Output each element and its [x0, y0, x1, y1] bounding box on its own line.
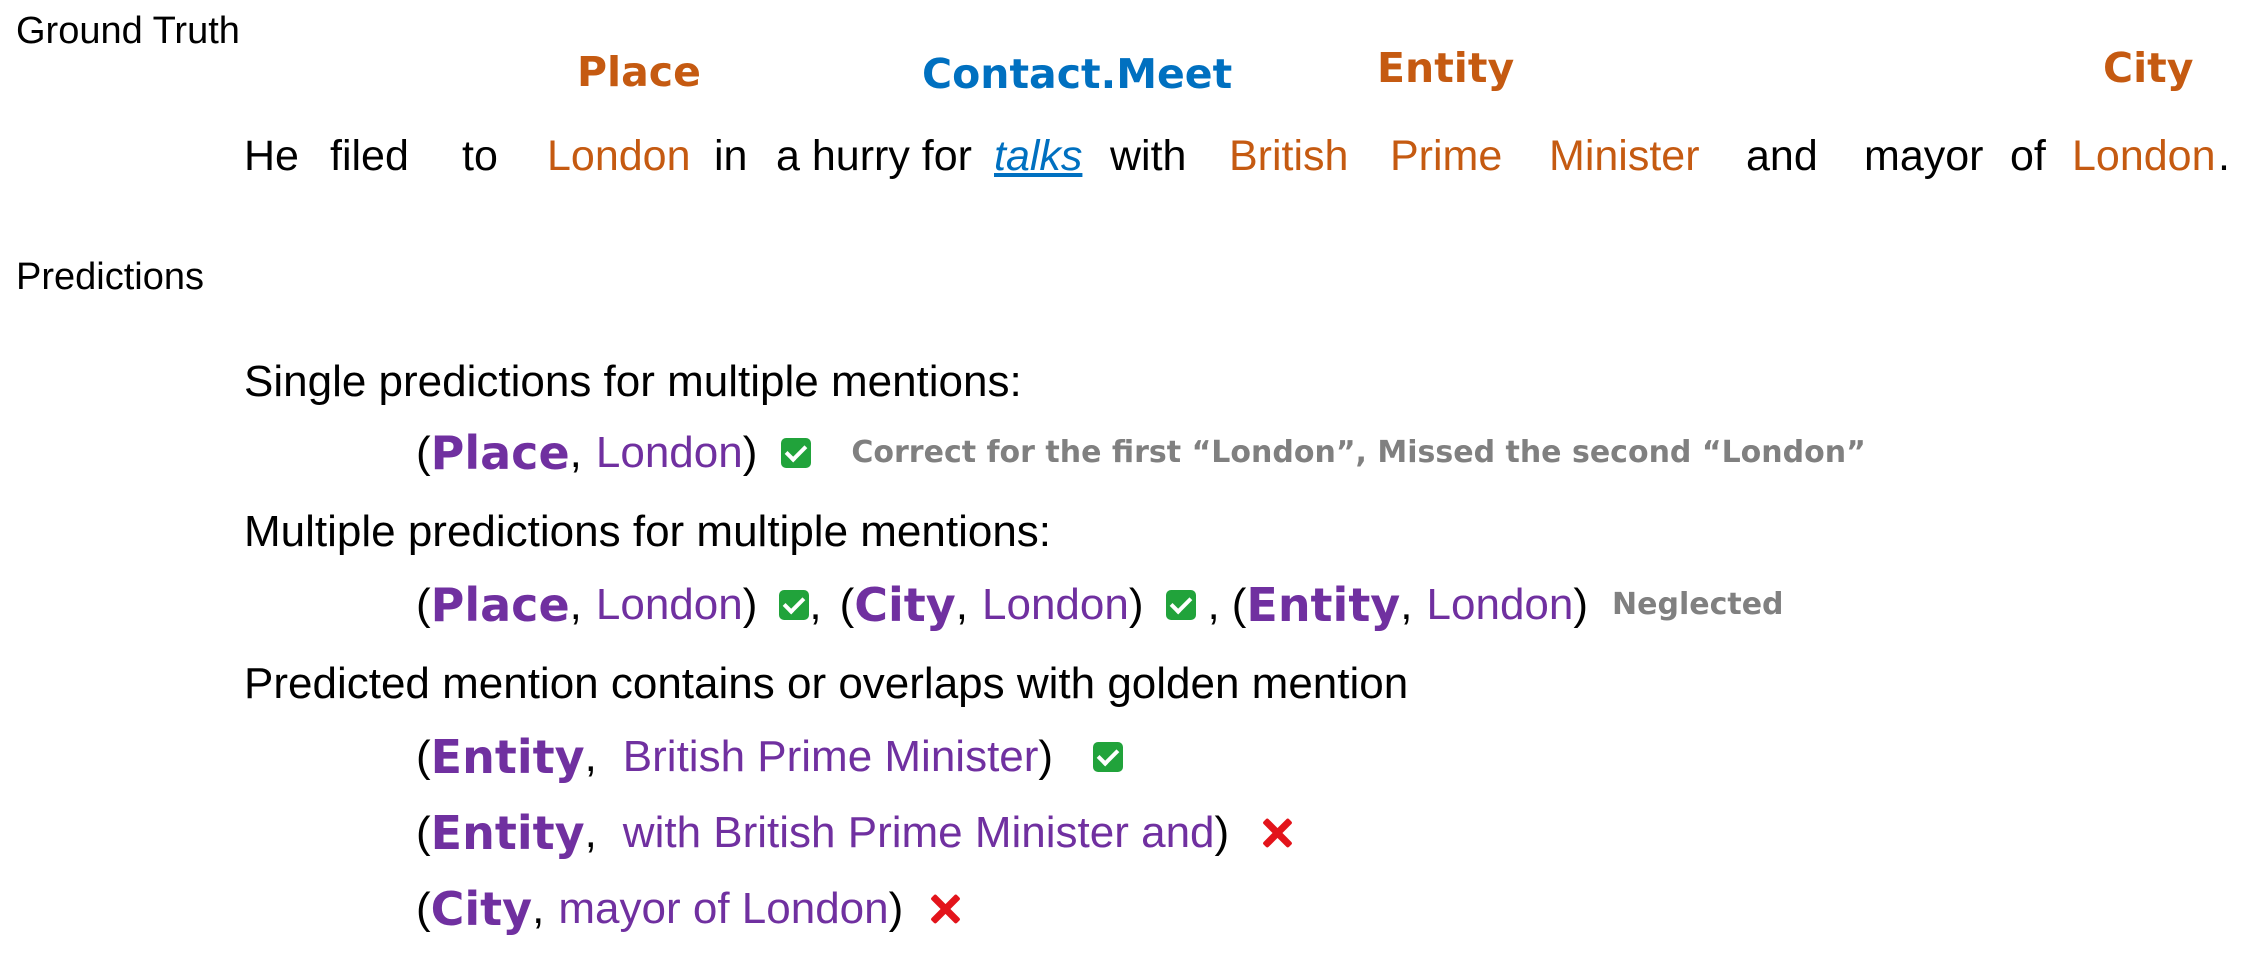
comma: ,	[809, 580, 822, 629]
prediction-row: (Place, London) Correct for the first “Lo…	[416, 430, 1866, 476]
prediction-mention: with British Prime Minister and	[622, 808, 1215, 857]
comma: ,	[1400, 580, 1413, 629]
prediction-row: (Place, London) , (City, London) , (Entity…	[416, 582, 1784, 628]
prediction-mention: British Prime Minister	[622, 732, 1039, 781]
comma: ,	[532, 884, 545, 933]
sentence-gold-mention: London	[547, 132, 691, 180]
sentence-word: .	[2218, 132, 2230, 180]
prediction-type: Entity	[430, 730, 585, 784]
open-paren: (	[416, 580, 431, 629]
close-paren: )	[1214, 808, 1230, 857]
close-paren: )	[742, 428, 758, 477]
open-paren: (	[1231, 580, 1247, 629]
open-paren: (	[416, 884, 431, 933]
sentence-word: in	[714, 132, 748, 180]
gt-type-contact-meet: Contact.Meet	[922, 50, 1233, 98]
cross-icon	[927, 891, 963, 927]
prediction-type: City	[854, 578, 956, 632]
prediction-type: Entity	[1246, 578, 1401, 632]
close-paren: )	[1128, 580, 1144, 629]
sentence-gold-mention: Prime	[1390, 132, 1503, 180]
check-icon	[779, 590, 810, 620]
prediction-row: (Entity, with British Prime Minister and)	[416, 810, 1295, 856]
sentence-gold-mention: London	[2072, 132, 2216, 180]
close-paren: )	[888, 884, 904, 933]
close-paren: )	[1038, 732, 1054, 781]
sentence-word: mayor	[1864, 132, 1984, 180]
close-paren: )	[1573, 580, 1589, 629]
open-paren: (	[839, 580, 855, 629]
prediction-note: Neglected	[1612, 587, 1784, 622]
comma: ,	[584, 808, 597, 857]
comma: ,	[1207, 580, 1220, 629]
gt-type-city: City	[2103, 44, 2194, 92]
prediction-type: Entity	[430, 806, 585, 860]
overlap-predictions-heading: Predicted mention contains or overlaps w…	[244, 659, 1409, 708]
check-icon	[1165, 590, 1196, 620]
prediction-type: Place	[430, 426, 570, 480]
sentence-word: and	[1746, 132, 1818, 180]
sentence-word: to	[462, 132, 498, 180]
single-predictions-heading: Single predictions for multiple mentions…	[244, 357, 1022, 406]
sentence-word: a hurry for	[776, 132, 972, 180]
comma: ,	[584, 732, 597, 781]
prediction-note: Correct for the first “London”, Missed t…	[851, 435, 1866, 470]
prediction-mention: London	[595, 428, 743, 477]
sentence-event-trigger: talks	[994, 132, 1083, 180]
open-paren: (	[416, 808, 431, 857]
cross-icon	[1259, 815, 1295, 851]
prediction-row: (Entity, British Prime Minister)	[416, 730, 1124, 784]
gt-type-place: Place	[577, 48, 701, 96]
predictions-label: Predictions	[16, 256, 204, 298]
multiple-predictions-heading: Multiple predictions for multiple mentio…	[244, 507, 1052, 556]
prediction-type: Place	[430, 578, 570, 632]
comma: ,	[569, 580, 582, 629]
prediction-mention: London	[1426, 580, 1574, 629]
check-icon	[781, 438, 812, 468]
sentence-word: of	[2010, 132, 2046, 180]
comma: ,	[569, 428, 582, 477]
prediction-row: (City, mayor of London)	[416, 886, 963, 932]
prediction-type: City	[430, 882, 533, 936]
sentence-gold-mention: British	[1229, 132, 1349, 180]
sentence-word: with	[1110, 132, 1187, 180]
prediction-mention: London	[595, 580, 743, 629]
open-paren: (	[416, 732, 431, 781]
check-icon	[1093, 742, 1124, 772]
gt-type-entity: Entity	[1377, 44, 1515, 92]
comma: ,	[955, 580, 969, 629]
close-paren: )	[742, 580, 758, 629]
prediction-mention: London	[982, 580, 1129, 629]
sentence-word: He	[244, 132, 299, 180]
sentence-gold-mention: Minister	[1549, 132, 1700, 180]
open-paren: (	[416, 428, 431, 477]
ground-truth-label: Ground Truth	[16, 10, 240, 52]
sentence-word: filed	[330, 132, 409, 180]
prediction-mention: mayor of London	[558, 884, 889, 933]
